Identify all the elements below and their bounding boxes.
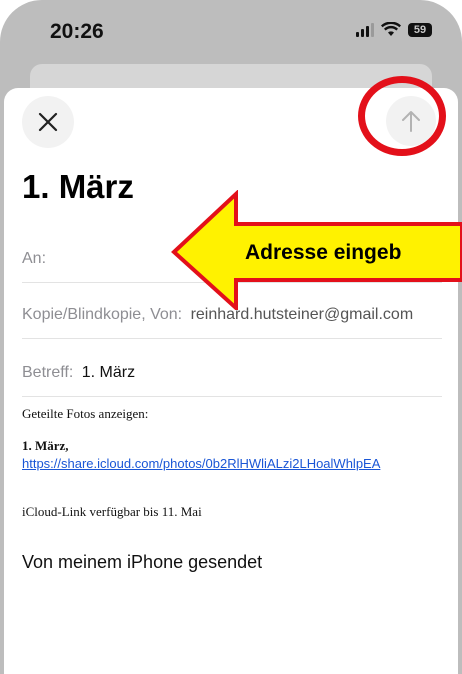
close-icon — [38, 112, 58, 132]
icloud-share-link[interactable]: https://share.icloud.com/photos/0b2RlHWl… — [22, 456, 380, 471]
status-time: 20:26 — [50, 20, 104, 43]
close-button[interactable] — [22, 96, 74, 148]
wifi-icon — [381, 22, 401, 36]
subject-label: Betreff: — [22, 364, 74, 381]
cc-from-label: Kopie/Blindkopie, Von: — [22, 306, 183, 323]
phone-frame: 20:26 59 1. März An: Kopie/Blindkopie, V… — [0, 0, 462, 674]
highlight-circle — [358, 76, 446, 156]
body-link-expiry: iCloud-Link verfügbar bis 11. Mai — [22, 504, 202, 519]
body-signature: Von meinem iPhone gesendet — [22, 552, 263, 572]
signal-icon — [356, 22, 374, 37]
status-bar: 20:26 59 — [0, 0, 462, 64]
compose-sheet: 1. März An: Kopie/Blindkopie, Von: reinh… — [4, 88, 458, 674]
annotation-text: Adresse eingeb — [245, 241, 402, 264]
subject-value: 1. März — [81, 364, 136, 381]
compose-title: 1. März — [22, 168, 134, 205]
to-label: An: — [22, 250, 47, 267]
subject-field[interactable]: Betreff: 1. März — [22, 364, 442, 397]
body-shared-photos: Geteilte Fotos anzeigen: — [22, 406, 149, 421]
body-album-title: 1. März, — [22, 438, 69, 453]
battery-icon: 59 — [408, 22, 432, 37]
status-icons: 59 — [356, 22, 432, 37]
cc-from-field[interactable]: Kopie/Blindkopie, Von: reinhard.hutstein… — [22, 306, 442, 339]
